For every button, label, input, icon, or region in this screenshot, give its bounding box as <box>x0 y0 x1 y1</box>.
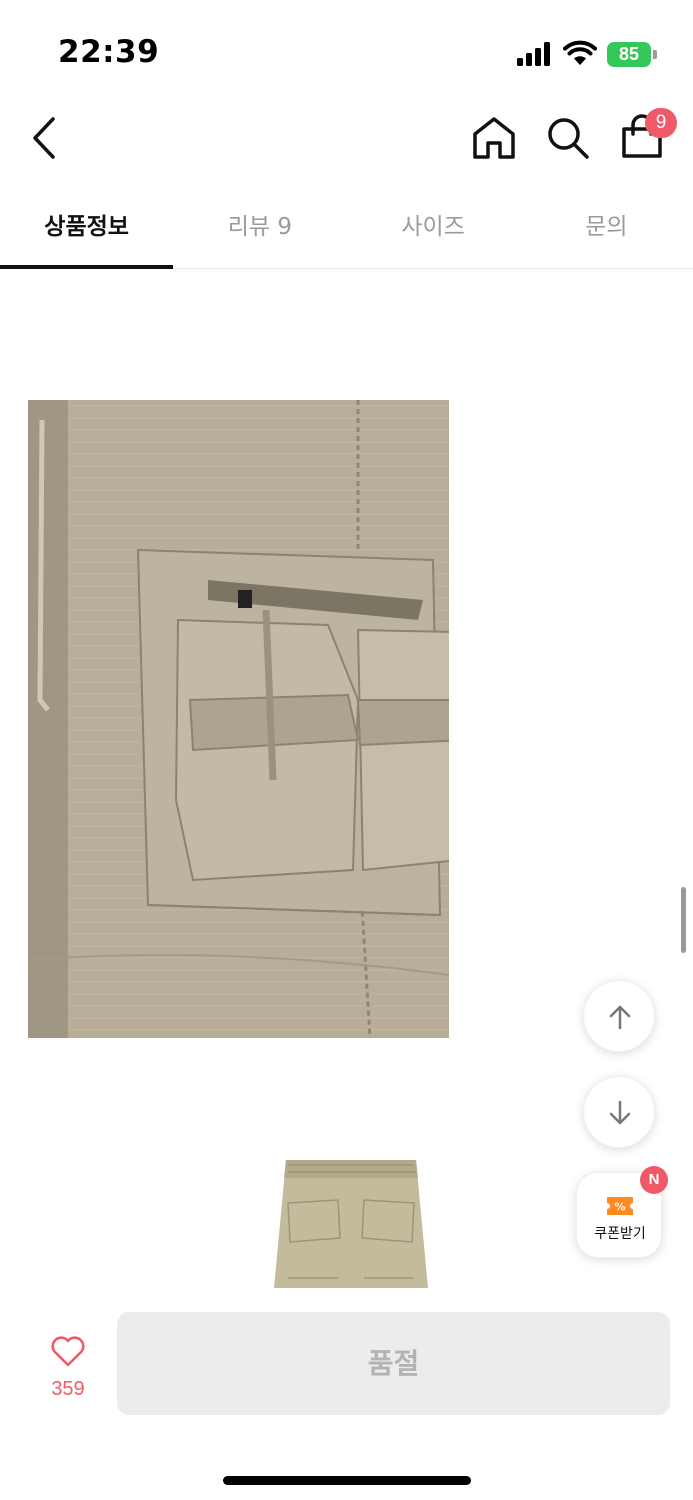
product-photo-back <box>268 1148 434 1288</box>
coupon-new-badge: N <box>640 1166 668 1194</box>
arrow-up-icon <box>609 1005 631 1030</box>
svg-text:%: % <box>614 1201 625 1214</box>
product-tabs: 상품정보 리뷰 9 사이즈 문의 <box>0 195 693 269</box>
wifi-icon <box>563 40 597 65</box>
coupon-icon: % <box>607 1197 633 1215</box>
tab-product-info[interactable]: 상품정보 <box>0 195 174 269</box>
product-detail-content[interactable] <box>0 270 693 1288</box>
product-photo-pocket <box>28 400 449 1038</box>
tab-inquiry[interactable]: 문의 <box>520 195 693 268</box>
back-button[interactable] <box>22 110 72 166</box>
coupon-label: 쿠폰받기 <box>594 1226 646 1242</box>
status-time: 22:39 <box>58 34 160 70</box>
search-icon <box>548 118 589 159</box>
bottom-action-bar: 359 품절 <box>0 1288 693 1500</box>
app-header <box>0 100 693 180</box>
back-arrow-icon <box>33 117 55 159</box>
search-button[interactable] <box>542 112 594 164</box>
scroll-indicator[interactable] <box>681 887 686 953</box>
tab-size[interactable]: 사이즈 <box>347 195 520 268</box>
signal-icon <box>517 42 555 66</box>
tab-reviews[interactable]: 리뷰 9 <box>173 195 346 268</box>
status-bar: 22:39 85 <box>0 0 693 100</box>
scroll-bottom-button[interactable] <box>583 1076 655 1148</box>
battery-icon: 85 <box>607 42 657 67</box>
home-icon <box>473 117 515 159</box>
arrow-down-icon <box>609 1100 631 1125</box>
home-indicator <box>223 1476 471 1485</box>
heart-icon <box>51 1336 85 1367</box>
home-button[interactable] <box>468 112 520 164</box>
scroll-top-button[interactable] <box>583 980 655 1052</box>
like-button[interactable]: 359 <box>28 1332 108 1402</box>
cart-count-badge: 9 <box>645 108 677 138</box>
like-count: 359 <box>51 1378 85 1400</box>
soldout-button[interactable]: 품절 <box>117 1312 670 1415</box>
battery-level: 85 <box>618 44 640 64</box>
